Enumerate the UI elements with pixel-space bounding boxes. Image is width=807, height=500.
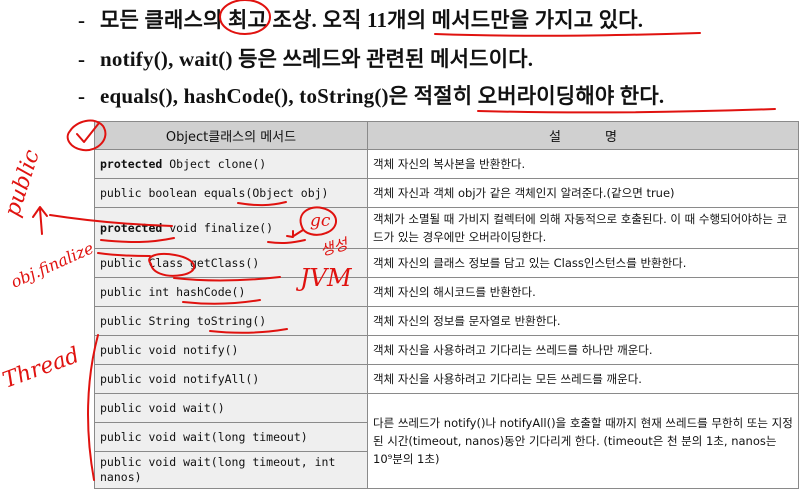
- method-signature: public Class getClass(): [94, 248, 368, 278]
- bullet-line-2: - notify(), wait() 등은 쓰레드와 관련된 메서드이다.: [78, 47, 534, 71]
- table-row: public Class getClass() 객체 자신의 클래스 정보를 담…: [94, 248, 799, 278]
- object-methods-table: Object클래스의 메서드 설명 protected Object clone…: [94, 121, 799, 489]
- method-signature: public int hashCode(): [94, 277, 368, 307]
- table-row: protected void finalize() 객체가 소멸될 때 가비지 …: [94, 207, 799, 249]
- bullet-line-1: - 모든 클래스의 최고 조상. 오직 11개의 메서드만을 가지고 있다.: [78, 8, 644, 32]
- method-description: 객체 자신의 복사본을 반환한다.: [367, 149, 799, 179]
- table-row: public void notifyAll() 객체 자신을 사용하려고 기다리…: [94, 364, 799, 394]
- table-row: public void wait() 다른 쓰레드가 notify()나 not…: [94, 393, 799, 489]
- handwritten-thread: Thread: [0, 343, 83, 394]
- wait-description: 다른 쓰레드가 notify()나 notifyAll()을 호출할 때까지 현…: [367, 393, 799, 489]
- table-row: public void notify() 객체 자신을 사용하려고 기다리는 쓰…: [94, 335, 799, 365]
- handwritten-obj-finalize: obj.finalize: [8, 238, 97, 291]
- method-signature: public boolean equals(Object obj): [94, 178, 368, 208]
- header-description: 설명: [367, 121, 799, 150]
- handwritten-public: public: [0, 147, 45, 220]
- method-signature: public void wait(): [94, 393, 368, 423]
- table-row: public boolean equals(Object obj) 객체 자신과…: [94, 178, 799, 208]
- method-signature: public void notify(): [94, 335, 368, 365]
- header-method: Object클래스의 메서드: [94, 121, 368, 150]
- arrow-up-icon: [32, 206, 48, 235]
- method-signature: public void wait(long timeout, int nanos…: [94, 451, 368, 489]
- method-description: 객체 자신을 사용하려고 기다리는 모든 쓰레드를 깨운다.: [367, 364, 799, 394]
- method-description: 객체 자신과 객체 obj가 같은 객체인지 알려준다.(같으면 true): [367, 178, 799, 208]
- method-signature: protected Object clone(): [94, 149, 368, 179]
- table-row: public int hashCode() 객체 자신의 해시코드를 반환한다.: [94, 277, 799, 307]
- method-description: 객체 자신의 해시코드를 반환한다.: [367, 277, 799, 307]
- method-signature: public void wait(long timeout): [94, 422, 368, 452]
- method-signature: public void notifyAll(): [94, 364, 368, 394]
- bullet-line-3: - equals(), hashCode(), toString()은 적절히 오…: [78, 84, 665, 108]
- method-description: 객체가 소멸될 때 가비지 컬렉터에 의해 자동적으로 호출된다. 이 때 수행…: [367, 207, 799, 249]
- table-header-row: Object클래스의 메서드 설명: [94, 121, 799, 150]
- table-row: public String toString() 객체 자신의 정보를 문자열로…: [94, 306, 799, 336]
- method-signature: public String toString(): [94, 306, 368, 336]
- method-description: 객체 자신의 클래스 정보를 담고 있는 Class인스턴스를 반환한다.: [367, 248, 799, 278]
- table-row: protected Object clone() 객체 자신의 복사본을 반환한…: [94, 149, 799, 179]
- method-description: 객체 자신의 정보를 문자열로 반환한다.: [367, 306, 799, 336]
- method-signature: protected void finalize(): [94, 207, 368, 249]
- method-description: 객체 자신을 사용하려고 기다리는 쓰레드를 하나만 깨운다.: [367, 335, 799, 365]
